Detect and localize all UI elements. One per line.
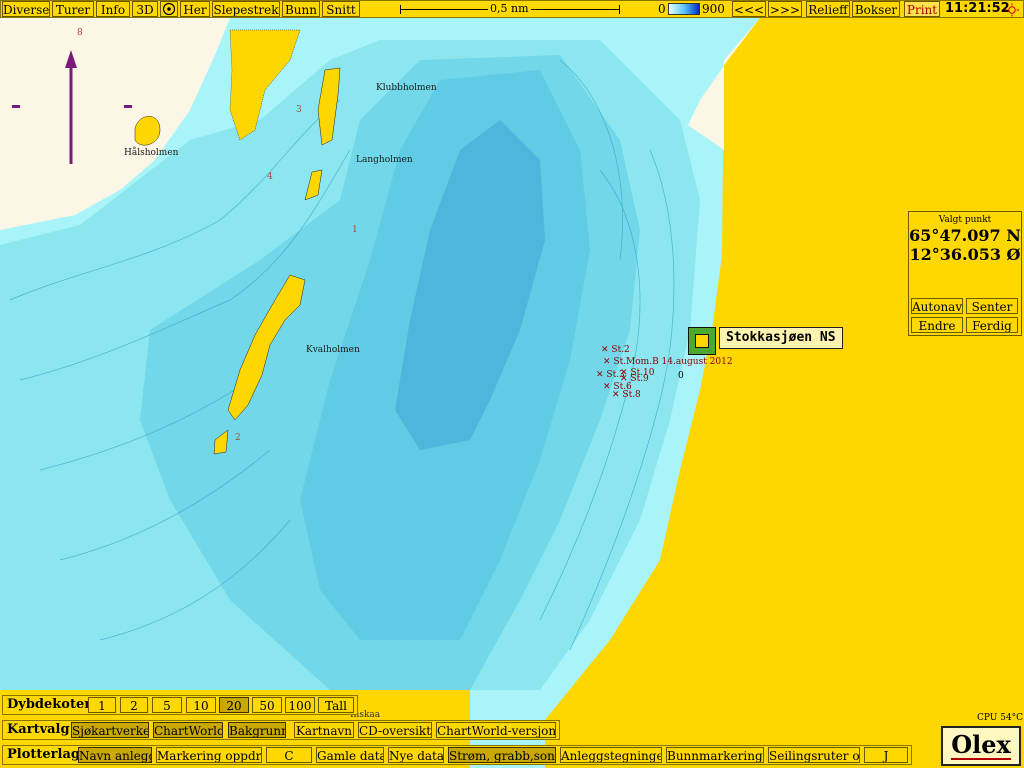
place-label-klubbholmen: Klubbholmen bbox=[376, 83, 437, 93]
nye-data-button[interactable]: Nye data bbox=[388, 747, 444, 763]
chart-map[interactable] bbox=[0, 0, 1024, 768]
nav-left-button[interactable]: <<< bbox=[732, 1, 766, 17]
diverse-button[interactable]: Diverse bbox=[2, 1, 50, 17]
nav-right-button[interactable]: >>> bbox=[768, 1, 802, 17]
map-number: 4 bbox=[267, 172, 273, 182]
cpu-temperature: CPU 54°C bbox=[977, 713, 1024, 723]
sun-icon[interactable] bbox=[1004, 2, 1020, 17]
compass-tick-right bbox=[124, 105, 132, 108]
depth-gradient bbox=[668, 3, 700, 15]
map-number: 3 bbox=[296, 105, 302, 115]
turer-button[interactable]: Turer bbox=[52, 1, 94, 17]
plotterlag-label: Plotterlag bbox=[7, 747, 80, 762]
c-button[interactable]: C bbox=[266, 747, 312, 763]
info-button[interactable]: Info bbox=[96, 1, 130, 17]
autonav-button[interactable]: Autonav bbox=[911, 298, 963, 314]
waypoint[interactable]: ✕ St.8 bbox=[612, 390, 641, 400]
kartnavn-button[interactable]: Kartnavn bbox=[294, 722, 354, 738]
depth-contour-100-button[interactable]: 100 bbox=[285, 697, 315, 713]
bunnmarkeringer-button[interactable]: Bunnmarkeringer bbox=[666, 747, 764, 763]
cd-oversikt-button[interactable]: CD-oversikt bbox=[358, 722, 432, 738]
markering-oppdrett-button[interactable]: Markering oppdrett bbox=[156, 747, 262, 763]
waypoint-label: St.2 bbox=[611, 345, 630, 355]
depth-max-label: 900 bbox=[702, 2, 725, 16]
depth-contour-20-button[interactable]: 20 bbox=[219, 697, 249, 713]
gamle-data-button[interactable]: Gamle data bbox=[316, 747, 384, 763]
waypoint-zero: 0 bbox=[678, 371, 684, 381]
place-label-halsholmen: Hålsholmen bbox=[124, 148, 179, 158]
print-button[interactable]: Print bbox=[904, 1, 940, 17]
compass-tick-left bbox=[12, 105, 20, 108]
dybdekoter-label: Dybdekoter bbox=[7, 697, 92, 712]
bunn-button[interactable]: Bunn bbox=[282, 1, 320, 17]
depth-contour-10-button[interactable]: 10 bbox=[186, 697, 216, 713]
her-button[interactable]: Her bbox=[180, 1, 210, 17]
map-number: 1 bbox=[352, 225, 358, 235]
relieff-button[interactable]: Relieff bbox=[806, 1, 850, 17]
waypoint[interactable]: ✕ St.Mom.B 14.august 2012 bbox=[603, 357, 733, 367]
depth-contour-tall-button[interactable]: Tall bbox=[318, 697, 354, 713]
j-button[interactable]: J bbox=[864, 747, 908, 763]
snitt-button[interactable]: Snitt bbox=[322, 1, 360, 17]
depth-min-label: 0 bbox=[658, 2, 666, 16]
3d-button[interactable]: 3D bbox=[132, 1, 158, 17]
strom-grabb-sonde-button[interactable]: Strøm, grabb,sonde bbox=[448, 747, 556, 763]
chartworld-versjoner-button[interactable]: ChartWorld-versjoner bbox=[436, 722, 556, 738]
sjokartverket-button[interactable]: Sjøkartverket bbox=[71, 722, 149, 738]
chartworld-button[interactable]: ChartWorld bbox=[153, 722, 223, 738]
anleggstegninger-button[interactable]: Anleggstegninger bbox=[560, 747, 662, 763]
waypoint-label: St.9 bbox=[630, 374, 649, 384]
waypoint-label: St.8 bbox=[622, 390, 641, 400]
depth-contour-5-button[interactable]: 5 bbox=[152, 697, 182, 713]
waypoint-label: St.Mom.B 14.august 2012 bbox=[613, 357, 733, 367]
clock: 11:21:52 bbox=[945, 1, 1010, 16]
scale-bar: 0,5 nm bbox=[400, 2, 620, 16]
navn-anlegg-button[interactable]: Navn anlegg bbox=[78, 747, 152, 763]
north-arrow-icon: 8 bbox=[60, 28, 84, 168]
bakgrunn-button[interactable]: Bakgrunn bbox=[228, 722, 286, 738]
ferdig-button[interactable]: Ferdig bbox=[966, 317, 1018, 333]
place-label-kvalholmen: Kvalholmen bbox=[306, 345, 360, 355]
kartvalg-label: Kartvalg bbox=[7, 722, 70, 737]
waypoint[interactable]: ✕ St.2 bbox=[601, 345, 630, 355]
endre-button[interactable]: Endre bbox=[911, 317, 963, 333]
map-number: 2 bbox=[235, 433, 241, 443]
senter-button[interactable]: Senter bbox=[966, 298, 1018, 314]
depth-contour-1-button[interactable]: 1 bbox=[88, 697, 116, 713]
panel-title: Valgt punkt bbox=[938, 215, 992, 225]
scale-label: 0,5 nm bbox=[488, 2, 531, 15]
place-label-langholmen: Langholmen bbox=[356, 155, 413, 165]
brand-name: Olex bbox=[951, 730, 1011, 759]
depth-contour-2-button[interactable]: 2 bbox=[120, 697, 148, 713]
station-label: Stokkasjøen NS bbox=[719, 327, 843, 349]
bokser-button[interactable]: Bokser bbox=[852, 1, 900, 17]
slepestrek-button[interactable]: Slepestrek bbox=[212, 1, 280, 17]
depth-contour-50-button[interactable]: 50 bbox=[252, 697, 282, 713]
target-icon[interactable] bbox=[160, 1, 178, 17]
latitude-value: 65°47.097 N bbox=[909, 226, 1021, 245]
longitude-value: 12°36.053 Ø bbox=[909, 245, 1021, 264]
seilingsruter-button[interactable]: Seilingsruter o.l. bbox=[768, 747, 860, 763]
station-marker-icon[interactable] bbox=[688, 327, 716, 355]
olex-logo: Olex bbox=[941, 726, 1021, 766]
